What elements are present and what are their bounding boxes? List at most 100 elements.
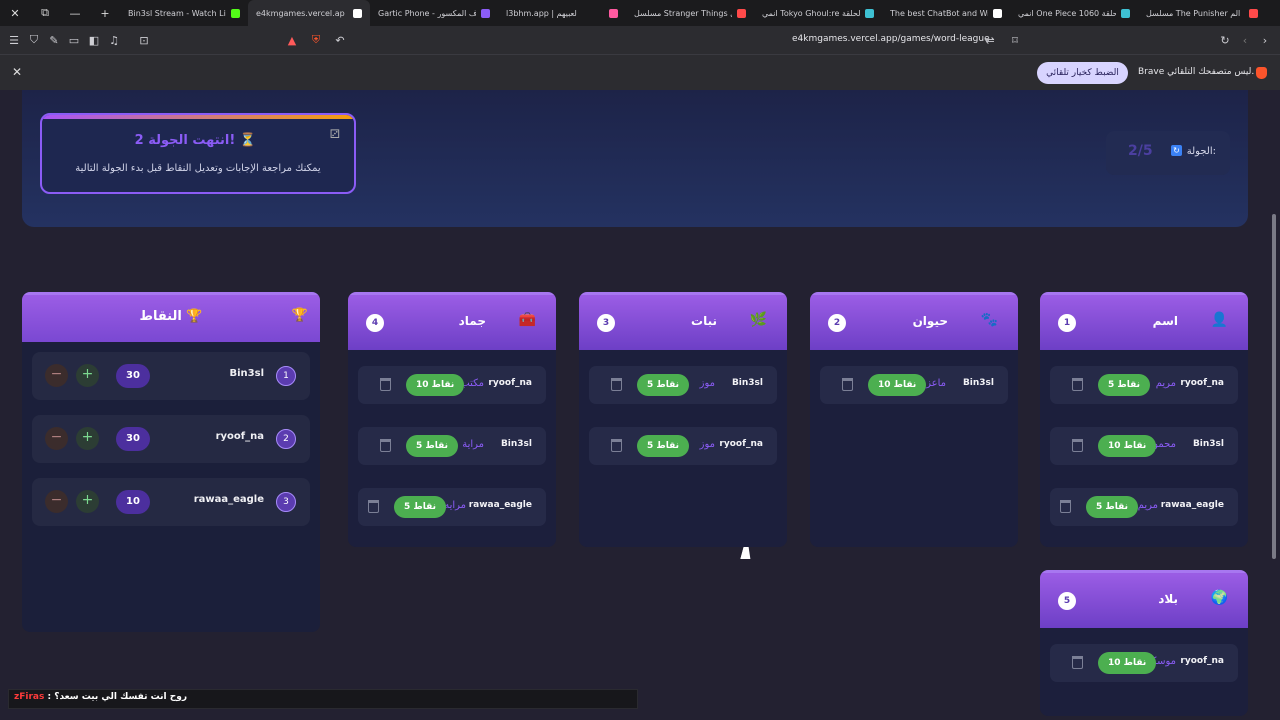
answer-row: rawaa_eagle مريم 5 نقاط [1050, 488, 1238, 526]
points-badge[interactable]: 5 نقاط [1098, 374, 1150, 396]
category-name: جماد [458, 314, 486, 328]
category-number: 5 [1058, 592, 1076, 610]
browser-tab[interactable]: مسلسل Stranger Things ال [626, 0, 754, 26]
forward-icon[interactable]: › [1255, 34, 1275, 47]
new-tab-icon[interactable]: + [90, 0, 120, 26]
set-default-button[interactable]: الضبط كخيار تلقائي [1037, 62, 1128, 84]
tab-title: The best ChatBot and Wri [890, 8, 988, 18]
notice-gradient-bar [42, 115, 354, 119]
back-icon[interactable]: ‹ [1235, 34, 1255, 47]
add-points-button[interactable]: + [76, 364, 99, 387]
points-badge[interactable]: 5 نقاط [394, 496, 446, 518]
trash-icon[interactable] [1072, 378, 1083, 391]
brave-shield-icon[interactable]: ⛨ [306, 33, 326, 47]
points-badge[interactable]: 10 نقاط [1098, 652, 1157, 674]
player-rank: 2 [276, 429, 296, 449]
browser-tab[interactable]: l3bhm.app | لعبيهم [498, 0, 626, 26]
answer-player: ryoof_na [488, 378, 532, 388]
subtract-points-button[interactable]: − [45, 364, 68, 387]
points-badge[interactable]: 10 نقاط [868, 374, 927, 396]
menu-icon[interactable]: ☰ [4, 34, 24, 47]
player-score: 30 [116, 364, 150, 388]
points-badge[interactable]: 5 نقاط [1086, 496, 1138, 518]
points-badge[interactable]: 10 نقاط [406, 374, 465, 396]
category-card: 3 نبات 🌿 Bin3sl موز 5 نقاط ryoof_na موز 5 نقاط [579, 292, 787, 547]
close-window-icon[interactable]: ✕ [0, 0, 30, 26]
back-arrow-icon[interactable]: ↶ [330, 34, 350, 47]
browser-tab[interactable]: Gartic Phone - ف المكسور [370, 0, 498, 26]
points-badge[interactable]: 5 نقاط [406, 435, 458, 457]
category-number: 3 [597, 314, 615, 332]
sidebar-icon[interactable]: ◧ [84, 34, 104, 47]
trash-icon[interactable] [611, 378, 622, 391]
subtract-points-button[interactable]: − [45, 427, 68, 450]
browser-tab[interactable]: e4kmgames.vercel.ap [248, 0, 370, 26]
brave-rewards-icon[interactable]: ▲ [282, 34, 302, 47]
browser-tab[interactable]: انمي Tokyo Ghoul:re الحلقة [754, 0, 882, 26]
answer-player: Bin3sl [962, 378, 994, 388]
answer-row: Bin3sl موز 5 نقاط [589, 366, 777, 404]
browser-tab[interactable]: The best ChatBot and Wri [882, 0, 1010, 26]
trash-icon[interactable] [1072, 656, 1083, 669]
browser-tab[interactable]: انمي One Piece الحلقة 1060 [1010, 0, 1138, 26]
category-icon: 🌍 [1210, 590, 1228, 606]
points-badge[interactable]: 5 نقاط [637, 374, 689, 396]
player-name: Bin3sl [229, 368, 264, 379]
trash-icon[interactable] [1060, 500, 1071, 513]
shield-icon[interactable]: ⛉ [24, 33, 44, 47]
points-badge[interactable]: 10 نقاط [1098, 435, 1157, 457]
add-points-button[interactable]: + [76, 490, 99, 513]
player-name: rawaa_eagle [193, 494, 264, 505]
tab-title: Gartic Phone - ف المكسور [378, 8, 476, 18]
answer-player: Bin3sl [1192, 439, 1224, 449]
tab-favicon-icon [609, 8, 618, 18]
tab-title: l3bhm.app | لعبيهم [506, 8, 577, 18]
pen-icon[interactable]: ✎ [44, 34, 64, 47]
tab-search-icon[interactable]: ⧉ [30, 0, 60, 26]
infobar-message: Brave ليس متصفحك التلقائي. [1138, 67, 1255, 77]
answer-row: rawaa_eagle مرايه 5 نقاط [358, 488, 546, 526]
answer-player: ryoof_na [1180, 378, 1224, 388]
chat-message: zFiras : روح انت تفسك الي بيت سعد؟ [14, 692, 187, 702]
category-card: 4 جماد 🧰 ryoof_na مكتب 10 نقاط Bin3sl مراية 5 نق… [348, 292, 556, 547]
url-text[interactable]: e4kmgames.vercel.app/games/word-league [792, 34, 990, 44]
browser-tab[interactable]: مسلسل The Punisher الم [1138, 0, 1266, 26]
category-name: اسم [1152, 314, 1178, 328]
trash-icon[interactable] [380, 439, 391, 452]
trash-icon[interactable] [368, 500, 379, 513]
add-points-button[interactable]: + [76, 427, 99, 450]
browser-tab[interactable]: Bin3sl Stream - Watch Liv [120, 0, 248, 26]
category-card: 5 بلاد 🌍 ryoof_na موسكو 10 نقاط [1040, 570, 1248, 716]
tab-favicon-icon [737, 8, 746, 18]
points-badge[interactable]: 5 نقاط [637, 435, 689, 457]
player-rank: 3 [276, 492, 296, 512]
answer-row: Bin3sl ماعز 10 نقاط [820, 366, 1008, 404]
category-icon: 🧰 [518, 312, 536, 328]
category-header: 2 حيوان 🐾 [810, 292, 1018, 350]
round-label: الجولة: [1186, 146, 1216, 157]
window-icon[interactable]: ▭ [64, 34, 84, 47]
scrollbar[interactable] [1272, 214, 1276, 559]
minimize-icon[interactable]: — [60, 0, 90, 26]
tab-title: مسلسل The Punisher الم [1146, 8, 1241, 18]
bookmark-icon[interactable]: ⌑ [1005, 34, 1025, 47]
subtract-points-button[interactable]: − [45, 490, 68, 513]
tab-favicon-icon [481, 8, 490, 18]
music-icon[interactable]: ♫ [104, 34, 124, 47]
tab-favicon-icon [1121, 8, 1130, 18]
tab-title: مسلسل Stranger Things ال [634, 8, 732, 18]
reload-icon[interactable]: ↻ [1215, 34, 1235, 47]
trash-icon[interactable] [611, 439, 622, 452]
brave-logo-icon [1256, 67, 1267, 79]
player-score: 10 [116, 490, 150, 514]
category-icon: 👤 [1210, 312, 1228, 328]
answer-row: ryoof_na مريم 5 نقاط [1050, 366, 1238, 404]
category-number: 2 [828, 314, 846, 332]
tab-title: Bin3sl Stream - Watch Liv [128, 8, 226, 18]
trash-icon[interactable] [1072, 439, 1083, 452]
trash-icon[interactable] [380, 378, 391, 391]
screenshot-icon[interactable]: ⊡ [134, 34, 154, 47]
close-infobar-icon[interactable]: ✕ [12, 65, 22, 79]
answer-word: موز [699, 439, 715, 450]
trash-icon[interactable] [842, 378, 853, 391]
